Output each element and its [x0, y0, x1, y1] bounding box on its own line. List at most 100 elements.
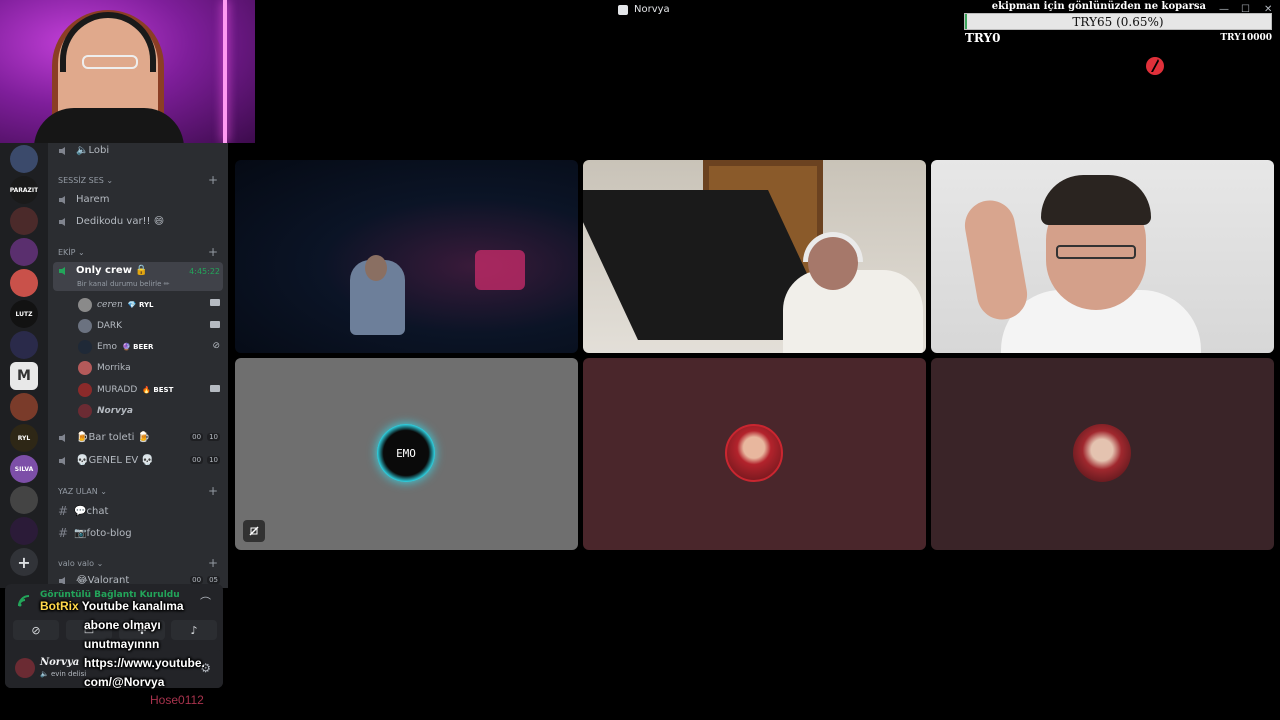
speaker-icon: [59, 433, 65, 442]
channel-dedikodu[interactable]: Dedikodu var!! 😄: [58, 216, 164, 227]
avatar-emo: EMO: [377, 424, 435, 482]
donation-goal-widget: ekipman için gönlünüzden ne koparsa TRY6…: [964, 0, 1274, 46]
voice-user-norvya[interactable]: 𝙉𝙤𝙧𝙫𝙮𝙖: [78, 404, 133, 418]
raised-hand: [960, 196, 1032, 324]
app-icon: [618, 4, 628, 15]
voice-user-dark[interactable]: DARK: [78, 319, 122, 333]
server-icon-parazit[interactable]: PARAZIT: [10, 176, 38, 204]
video-tile-headset-monitor[interactable]: [583, 160, 926, 353]
category-valo[interactable]: valo valo ⌄: [58, 559, 103, 568]
server-rail: PARAZIT LUTZ M RYL SILVA +: [0, 143, 48, 588]
server-icon-ryl[interactable]: RYL: [10, 424, 38, 452]
avatar: [78, 319, 92, 333]
voice-user-muradd[interactable]: MURADD 🔥 BEST: [78, 383, 173, 397]
server-icon-server-12[interactable]: [10, 486, 38, 514]
speaker-icon: [59, 146, 65, 155]
server-icon-lutz[interactable]: LUTZ: [10, 300, 38, 328]
avatar-red-hair-1: [725, 424, 783, 482]
user-limit-badge: 00 05: [188, 576, 220, 584]
server-icon-server-5[interactable]: [10, 269, 38, 297]
call-timer: 4:45:22: [189, 267, 220, 276]
avatar: [78, 361, 92, 375]
avatar: [78, 383, 92, 397]
channel-foto-blog[interactable]: # 📷foto-blog: [58, 526, 132, 540]
hashtag-icon: #: [58, 526, 69, 540]
server-icon-server-7[interactable]: [10, 331, 38, 359]
server-icon-server-13[interactable]: [10, 517, 38, 545]
video-tile-emo[interactable]: EMO: [235, 358, 578, 550]
person-head: [365, 255, 387, 281]
webcam-shirt: [34, 108, 184, 143]
muted-mic-icon: ⊘: [212, 341, 220, 351]
video-tile-red-hair-2[interactable]: [931, 358, 1274, 550]
channel-status-link[interactable]: Bir kanal durumu belirle ✏: [77, 280, 170, 288]
pc-lights: [475, 250, 525, 290]
camera-icon: [210, 385, 220, 392]
server-icon-server-3[interactable]: [10, 207, 38, 235]
glasses: [1056, 245, 1136, 259]
channel-lobi[interactable]: 🔈Lobi: [58, 145, 109, 156]
glasses: [82, 55, 138, 69]
channel-genel-ev[interactable]: 💀GENEL EV 💀: [58, 455, 154, 466]
user-name: ceren: [97, 300, 123, 310]
channel-label: 💀GENEL EV 💀: [76, 455, 154, 466]
user-name: Emo: [97, 342, 117, 352]
add-channel-button[interactable]: +: [208, 556, 218, 570]
avatar: [78, 404, 92, 418]
server-icon-silva[interactable]: SILVA: [10, 455, 38, 483]
camera-off-icon: [243, 520, 265, 542]
channel-only-crew-label: Only crew 🔒: [58, 265, 148, 276]
channel-harem[interactable]: Harem: [58, 194, 109, 205]
add-channel-button[interactable]: +: [208, 484, 218, 498]
bot-message-line4: https://www.youtube.: [84, 656, 205, 670]
video-tile-dark-room[interactable]: [235, 160, 578, 353]
voice-user-emo[interactable]: Emo 🔮 BEER: [78, 340, 153, 354]
server-icon-server-9[interactable]: [10, 393, 38, 421]
overlay-username: Hose0112: [150, 693, 204, 707]
count-current: 00: [190, 433, 204, 441]
add-channel-button[interactable]: +: [208, 245, 218, 259]
goal-progress-label: TRY65 (0.65%): [1072, 15, 1164, 29]
user-tag: 🔥 BEST: [142, 386, 174, 394]
avatar-red-hair-2: [1073, 424, 1131, 482]
person-shirt: [783, 270, 923, 353]
user-name: 𝙉𝙤𝙧𝙫𝙮𝙖: [97, 406, 133, 416]
count-current: 00: [190, 576, 204, 584]
voice-user-ceren[interactable]: ceren 💎 RYL: [78, 298, 154, 312]
category-ekip[interactable]: EKİP ⌄: [58, 248, 85, 257]
camera-icon: [210, 321, 220, 328]
botrix-chat-overlay: BotRix Youtube kanalıma abone olmayı unu…: [40, 597, 215, 692]
video-tile-glasses-guy[interactable]: [931, 160, 1274, 353]
server-icon-server-1[interactable]: [10, 145, 38, 173]
server-icon-server-4[interactable]: [10, 238, 38, 266]
signal-icon: [18, 595, 30, 607]
neon-light: [223, 0, 227, 143]
goal-min-label: TRY0: [965, 31, 1001, 45]
speaker-active-icon: [59, 266, 65, 275]
count-limit: 10: [207, 456, 220, 464]
streamer-webcam: [0, 0, 255, 143]
voice-user-morrika[interactable]: Morrika: [78, 361, 131, 375]
category-label: EKİP: [58, 248, 76, 257]
server-icon-server-m[interactable]: M: [10, 362, 38, 390]
category-yaz-ulan[interactable]: YAZ ULAN ⌄: [58, 487, 107, 496]
add-channel-button[interactable]: +: [208, 173, 218, 187]
streamer-logo-icon: [1146, 57, 1164, 75]
server-icon-add-server[interactable]: +: [10, 548, 38, 576]
user-name: MURADD: [97, 385, 138, 395]
user-tag: 💎 RYL: [127, 301, 154, 309]
user-name: Morrika: [97, 363, 131, 373]
channel-bar-toleti[interactable]: 🍺Bar toleti 🍺: [58, 432, 150, 443]
user-avatar[interactable]: [15, 658, 35, 678]
user-name: DARK: [97, 321, 123, 331]
video-tile-red-hair-1[interactable]: [583, 358, 926, 550]
channel-chat[interactable]: # 💬chat: [58, 504, 108, 518]
category-label: valo valo: [58, 559, 95, 568]
speaker-icon: [59, 195, 65, 204]
category-sessiz-ses[interactable]: SESSİZ SES ⌄: [58, 176, 113, 185]
category-label: YAZ ULAN: [58, 487, 98, 496]
count-limit: 05: [207, 576, 220, 584]
count-current: 00: [190, 456, 204, 464]
channel-label: 🔈Lobi: [76, 145, 110, 156]
channel-list: 🔈Lobi SESSİZ SES ⌄ + Harem Dedikodu var!…: [48, 143, 228, 588]
